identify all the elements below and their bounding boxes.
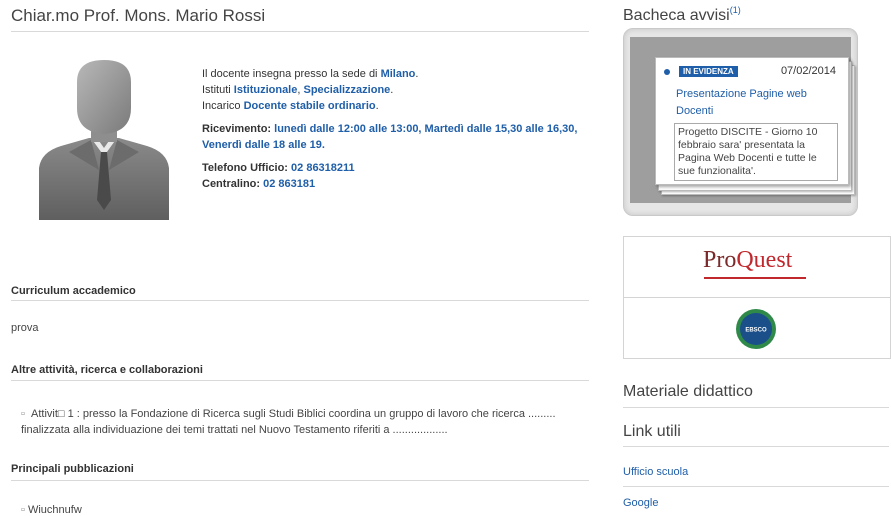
proquest-banner[interactable]: ProQuest — [623, 236, 891, 298]
section-divider — [623, 446, 889, 447]
title-divider — [11, 31, 589, 32]
proquest-logo-pro: Pro — [703, 247, 737, 273]
notice-date: 07/02/2014 — [780, 65, 836, 77]
section-title-curriculum: Curriculum accademico — [11, 285, 136, 297]
incarico-prefix: Incarico — [202, 100, 244, 112]
centralino-label: Centralino: — [202, 178, 261, 190]
istituti-prefix: Istituti — [202, 84, 234, 96]
incarico-suffix: . — [375, 100, 379, 112]
activity-text: Attivit□ 1 : presso la Fondazione di Ric… — [21, 408, 556, 436]
ricevimento-label: Ricevimento: — [202, 123, 272, 135]
section-divider — [11, 300, 589, 301]
centralino-value: 02 863181 — [263, 178, 316, 190]
incarico-link[interactable]: Docente stabile ordinario — [244, 100, 376, 112]
bacheca-title: Bacheca avvisi(1) — [623, 5, 741, 25]
main-content: Chiar.mo Prof. Mons. Mario Rossi Il doce… — [0, 0, 600, 516]
contacts: Telefono Ufficio: 02 86318211 Centralino… — [202, 160, 587, 192]
ebsco-logo-text: EBSCO — [745, 328, 767, 334]
section-divider — [11, 380, 589, 381]
bacheca-title-text: Bacheca avvisi — [623, 7, 730, 24]
istituto-link-istituzionale[interactable]: Istituzionale — [234, 84, 298, 96]
notice-card[interactable]: IN EVIDENZA 07/02/2014 Presentazione Pag… — [655, 57, 849, 185]
page-title: Chiar.mo Prof. Mons. Mario Rossi — [11, 6, 266, 25]
link-ufficio-scuola[interactable]: Ufficio scuola — [623, 466, 688, 478]
profile-info: Il docente insegna presso la sede di Mil… — [202, 66, 587, 199]
bullet-dot-icon — [664, 69, 670, 75]
bacheca-board: IN EVIDENZA 07/02/2014 Presentazione Pag… — [630, 37, 855, 203]
sede-prefix: Il docente insegna presso la sede di — [202, 68, 381, 80]
telefono-label: Telefono Ufficio: — [202, 162, 288, 174]
list-item: ▫ Wiuchnufw — [21, 504, 82, 516]
profile-summary: Il docente insegna presso la sede di Mil… — [202, 66, 587, 114]
proquest-logo-quest: Quest — [736, 247, 793, 273]
bullet-icon: ▫ — [21, 504, 28, 516]
featured-badge: IN EVIDENZA — [679, 66, 738, 77]
ebsco-logo-icon: EBSCO — [736, 309, 776, 349]
ricevimento: Ricevimento: lunedì dalle 12:00 alle 13:… — [202, 121, 587, 153]
profile-avatar-icon — [39, 60, 169, 220]
link-utili-heading: Link utili — [623, 423, 681, 440]
materiale-didattico-heading[interactable]: Materiale didattico — [623, 383, 753, 401]
telefono-value: 02 86318211 — [291, 162, 355, 174]
notice-body: Progetto DISCITE - Giorno 10 febbraio sa… — [674, 123, 838, 181]
section-title-pubblicazioni: Principali pubblicazioni — [11, 463, 134, 475]
istituto-link-specializzazione[interactable]: Specializzazione — [303, 84, 390, 96]
notice-title-link[interactable]: Presentazione Pagine web Docenti — [676, 86, 841, 120]
section-title-altre-attivita: Altre attività, ricerca e collaborazioni — [11, 364, 203, 376]
sede-link[interactable]: Milano — [381, 68, 416, 80]
proquest-logo: ProQuest — [703, 247, 792, 274]
publication-text: Wiuchnufw — [27, 504, 82, 516]
proquest-logo-underline — [704, 277, 806, 279]
link-google[interactable]: Google — [623, 497, 658, 509]
section-divider — [623, 407, 889, 408]
sidebar: Bacheca avvisi(1) IN EVIDENZA 07/02/2014… — [623, 0, 891, 511]
section-divider — [11, 480, 589, 481]
bacheca-widget: IN EVIDENZA 07/02/2014 Presentazione Pag… — [623, 28, 858, 216]
bullet-icon: ▫ — [21, 408, 25, 420]
istituti-suffix: . — [390, 84, 394, 96]
list-item: ▫ Attivit□ 1 : presso la Fondazione di Ri… — [21, 406, 586, 438]
curriculum-text: prova — [11, 322, 39, 334]
bacheca-count: (1) — [729, 5, 741, 15]
ebsco-banner[interactable]: EBSCO — [623, 297, 891, 359]
sede-suffix: . — [415, 68, 419, 80]
section-divider — [623, 486, 889, 487]
